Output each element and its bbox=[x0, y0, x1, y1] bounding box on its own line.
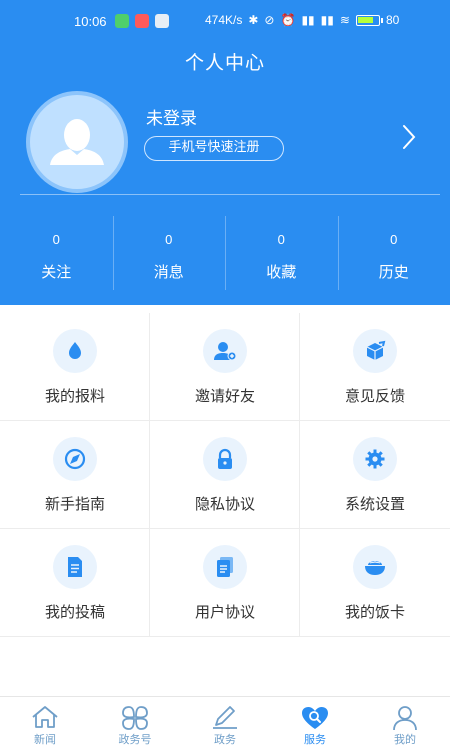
menu-item-label: 意见反馈 bbox=[344, 387, 405, 405]
signal-icon: ▮▮ bbox=[320, 13, 334, 27]
status-indicators: 474K/s ✱ ⊘ ⏰ ▮▮ ▮▮ ≋ 80 bbox=[205, 13, 399, 27]
page-title: 个人中心 bbox=[184, 52, 265, 74]
mute-icon: ⊘ bbox=[264, 13, 275, 27]
stat-value: 0 bbox=[390, 232, 398, 247]
profile-header: 10:06 474K/s ✱ ⊘ ⏰ ▮▮ ▮▮ ≋ 80 个人中心 未登录 手… bbox=[0, 0, 450, 305]
menu-item-feedback[interactable]: 意见反馈 bbox=[300, 313, 450, 421]
stat-label: 关注 bbox=[41, 263, 72, 281]
alarm-icon: ⏰ bbox=[280, 13, 296, 27]
register-button[interactable]: 手机号快速注册 bbox=[144, 136, 284, 161]
stat-value: 0 bbox=[277, 232, 285, 247]
menu-item-label: 新手指南 bbox=[44, 495, 105, 513]
tab-gov-affairs[interactable]: 政务 bbox=[180, 697, 270, 750]
menu-item-label: 我的报料 bbox=[44, 387, 105, 405]
stat-label: 历史 bbox=[378, 263, 409, 281]
tab-news[interactable]: 新闻 bbox=[0, 697, 90, 750]
bottom-tab-bar: 新闻 政务号 政务 服务 我的 bbox=[0, 696, 450, 750]
notification-app-icon bbox=[155, 14, 169, 28]
menu-item-privacy-policy[interactable]: 隐私协议 bbox=[150, 421, 300, 529]
menu-item-beginner-guide[interactable]: 新手指南 bbox=[0, 421, 150, 529]
document-icon bbox=[53, 545, 97, 589]
home-icon bbox=[32, 706, 58, 728]
chevron-right-icon[interactable] bbox=[402, 124, 416, 150]
stat-messages[interactable]: 0 消息 bbox=[112, 216, 226, 290]
default-avatar-icon bbox=[50, 119, 104, 165]
menu-item-label: 邀请好友 bbox=[194, 387, 255, 405]
rice-bowl-icon bbox=[353, 545, 397, 589]
menu-item-meal-card[interactable]: 我的饭卡 bbox=[300, 529, 450, 637]
signal-icon: ▮▮ bbox=[301, 13, 315, 27]
tab-mine[interactable]: 我的 bbox=[360, 697, 450, 750]
tab-gov-accounts[interactable]: 政务号 bbox=[90, 697, 180, 750]
gear-icon bbox=[353, 437, 397, 481]
stat-label: 消息 bbox=[153, 263, 184, 281]
tab-label: 我的 bbox=[394, 733, 416, 746]
tab-label: 政务 bbox=[214, 733, 236, 746]
stat-history[interactable]: 0 历史 bbox=[337, 216, 450, 290]
menu-item-label: 我的投稿 bbox=[44, 603, 105, 621]
heart-search-icon bbox=[302, 707, 328, 729]
stat-value: 0 bbox=[165, 232, 173, 247]
stat-value: 0 bbox=[52, 232, 60, 247]
stat-follow[interactable]: 0 关注 bbox=[0, 216, 113, 290]
login-status[interactable]: 未登录 bbox=[146, 104, 197, 129]
menu-item-label: 用户协议 bbox=[194, 603, 255, 621]
pen-icon bbox=[213, 706, 237, 729]
divider bbox=[20, 194, 440, 195]
lock-icon bbox=[203, 437, 247, 481]
menu-item-my-submissions[interactable]: 我的投稿 bbox=[0, 529, 150, 637]
menu-item-label: 系统设置 bbox=[344, 495, 405, 513]
wifi-icon: ≋ bbox=[339, 13, 350, 27]
menu-item-label: 我的饭卡 bbox=[344, 603, 405, 621]
drop-icon bbox=[53, 329, 97, 373]
avatar[interactable] bbox=[26, 91, 128, 193]
menu-grid: 我的报料 邀请好友 意见反馈 新手指南 隐私协议 系统设置 我的投稿 用户协议 … bbox=[0, 313, 450, 637]
tab-label: 服务 bbox=[304, 733, 326, 746]
compass-icon bbox=[53, 437, 97, 481]
notification-app-icon bbox=[135, 14, 149, 28]
person-icon bbox=[393, 706, 417, 731]
clover-icon bbox=[122, 706, 148, 730]
battery-level: 80 bbox=[385, 13, 400, 27]
menu-item-label: 隐私协议 bbox=[194, 495, 255, 513]
tab-services[interactable]: 服务 bbox=[270, 697, 360, 750]
stat-favorites[interactable]: 0 收藏 bbox=[225, 216, 338, 290]
battery-icon bbox=[355, 14, 383, 26]
menu-item-my-reports[interactable]: 我的报料 bbox=[0, 313, 150, 421]
add-user-icon bbox=[203, 329, 247, 373]
network-speed: 474K/s bbox=[205, 13, 243, 27]
status-time: 10:06 bbox=[74, 14, 107, 29]
tab-label: 新闻 bbox=[34, 733, 56, 746]
notification-app-icon bbox=[115, 14, 129, 28]
agreement-icon bbox=[203, 545, 247, 589]
menu-item-invite-friends[interactable]: 邀请好友 bbox=[150, 313, 300, 421]
menu-item-user-agreement[interactable]: 用户协议 bbox=[150, 529, 300, 637]
feedback-box-icon bbox=[353, 329, 397, 373]
bluetooth-icon: ✱ bbox=[248, 13, 259, 27]
menu-item-system-settings[interactable]: 系统设置 bbox=[300, 421, 450, 529]
status-bar: 10:06 474K/s ✱ ⊘ ⏰ ▮▮ ▮▮ ≋ 80 bbox=[0, 0, 450, 44]
tab-label: 政务号 bbox=[118, 733, 152, 746]
stats-bar: 0 关注 0 消息 0 收藏 0 历史 bbox=[0, 216, 450, 290]
stat-label: 收藏 bbox=[266, 263, 297, 281]
